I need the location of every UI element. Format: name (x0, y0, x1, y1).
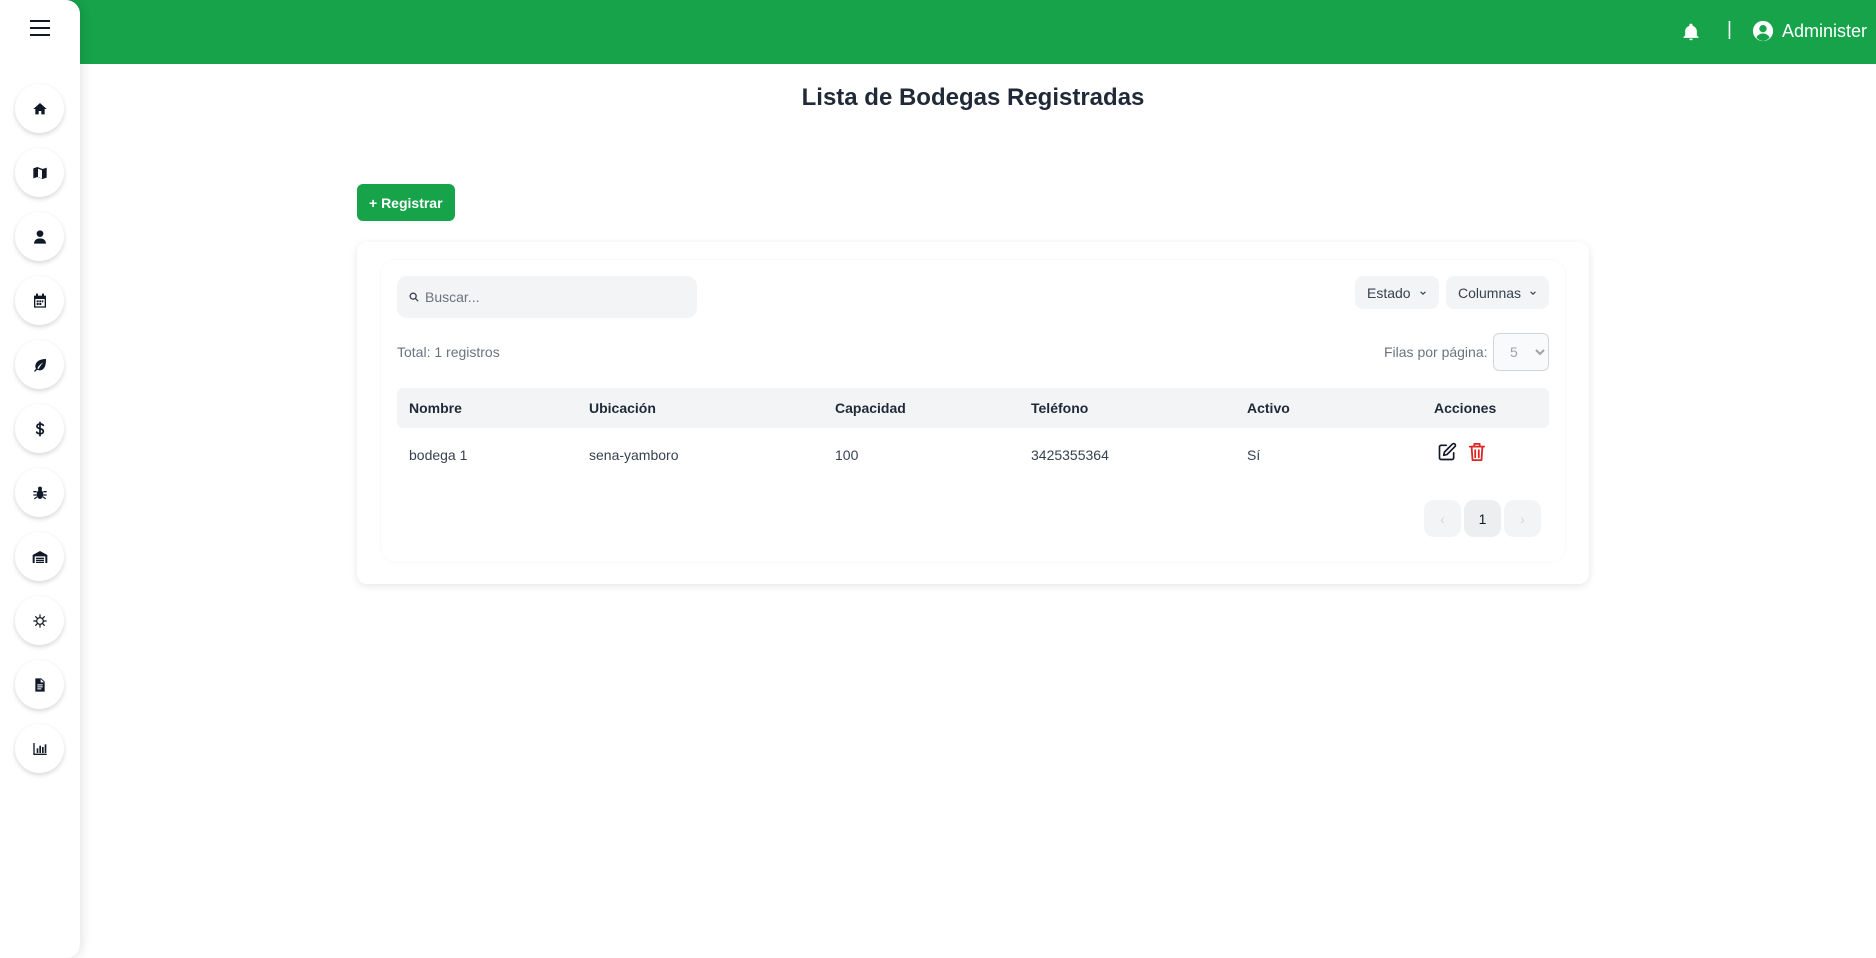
sidebar-item-calendar[interactable] (15, 276, 64, 325)
column-header-capacidad: Capacidad (835, 400, 906, 416)
pagination-page-button[interactable]: 1 (1464, 500, 1501, 537)
column-header-acciones: Acciones (1434, 400, 1497, 416)
sidebar-item-home[interactable] (15, 84, 64, 133)
chart-icon (32, 742, 47, 755)
bell-icon[interactable] (1681, 21, 1701, 43)
column-header-telefono: Teléfono (1031, 400, 1089, 416)
estado-filter-dropdown[interactable]: Estado (1355, 276, 1439, 309)
column-header-nombre: Nombre (409, 400, 462, 416)
search-input[interactable] (425, 289, 685, 305)
table-header-row: Nombre Ubicación Capacidad Teléfono Acti… (397, 388, 1549, 428)
menu-toggle-button[interactable] (27, 17, 53, 39)
sidebar-item-pests[interactable] (15, 468, 64, 517)
warehouse-icon (32, 550, 47, 563)
bug-icon (32, 486, 47, 499)
top-header: | Administer (0, 0, 1876, 64)
sidebar-item-diseases[interactable] (15, 596, 64, 645)
cell-activo: Sí (1247, 447, 1261, 463)
sidebar-item-map[interactable] (15, 148, 64, 197)
search-icon (409, 292, 419, 302)
sidebar-item-finance[interactable] (15, 404, 64, 453)
column-header-ubicacion: Ubicación (589, 400, 656, 416)
columnas-label: Columnas (1458, 284, 1522, 301)
cell-ubicacion: sena-yamboro (589, 447, 679, 463)
pagination-next-button[interactable]: › (1504, 500, 1541, 537)
columnas-dropdown[interactable]: Columnas (1446, 276, 1550, 309)
rows-per-page-label: Filas por página: (1384, 344, 1488, 360)
header-separator: | (1727, 19, 1732, 40)
sidebar-item-statistics[interactable] (15, 724, 64, 773)
calendar-icon (33, 293, 46, 308)
sidebar-item-users[interactable] (15, 212, 64, 261)
cell-telefono: 3425355364 (1031, 447, 1109, 463)
document-icon (34, 677, 45, 692)
sidebar-item-warehouse[interactable] (15, 532, 64, 581)
home-icon (32, 102, 47, 114)
trash-icon[interactable] (1468, 442, 1486, 462)
chevron-down-icon (1530, 290, 1536, 295)
search-box[interactable] (397, 276, 697, 318)
virus-icon (32, 613, 47, 628)
total-records: Total: 1 registros (397, 344, 500, 360)
user-icon (33, 229, 46, 244)
column-header-activo: Activo (1247, 400, 1290, 416)
leaf-icon (33, 358, 46, 372)
sidebar-item-reports[interactable] (15, 660, 64, 709)
register-button[interactable]: + Registrar (357, 184, 455, 221)
sidebar-item-crops[interactable] (15, 340, 64, 389)
user-menu[interactable]: Administer (1752, 20, 1867, 42)
page-title: Lista de Bodegas Registradas (801, 84, 1145, 111)
hamburger-icon (30, 20, 50, 36)
cell-capacidad: 100 (835, 447, 859, 463)
user-circle-icon (1752, 20, 1774, 42)
chevron-down-icon (1419, 290, 1426, 295)
cell-nombre: bodega 1 (409, 447, 468, 463)
rows-per-page-select[interactable]: 5 (1493, 333, 1549, 371)
user-name: Administer (1782, 20, 1868, 41)
edit-icon[interactable] (1437, 442, 1457, 462)
sidebar (0, 0, 80, 958)
pagination-prev-button[interactable]: ‹ (1424, 500, 1461, 537)
map-icon (32, 166, 47, 179)
estado-filter-label: Estado (1367, 284, 1411, 301)
dollar-icon (35, 420, 44, 437)
